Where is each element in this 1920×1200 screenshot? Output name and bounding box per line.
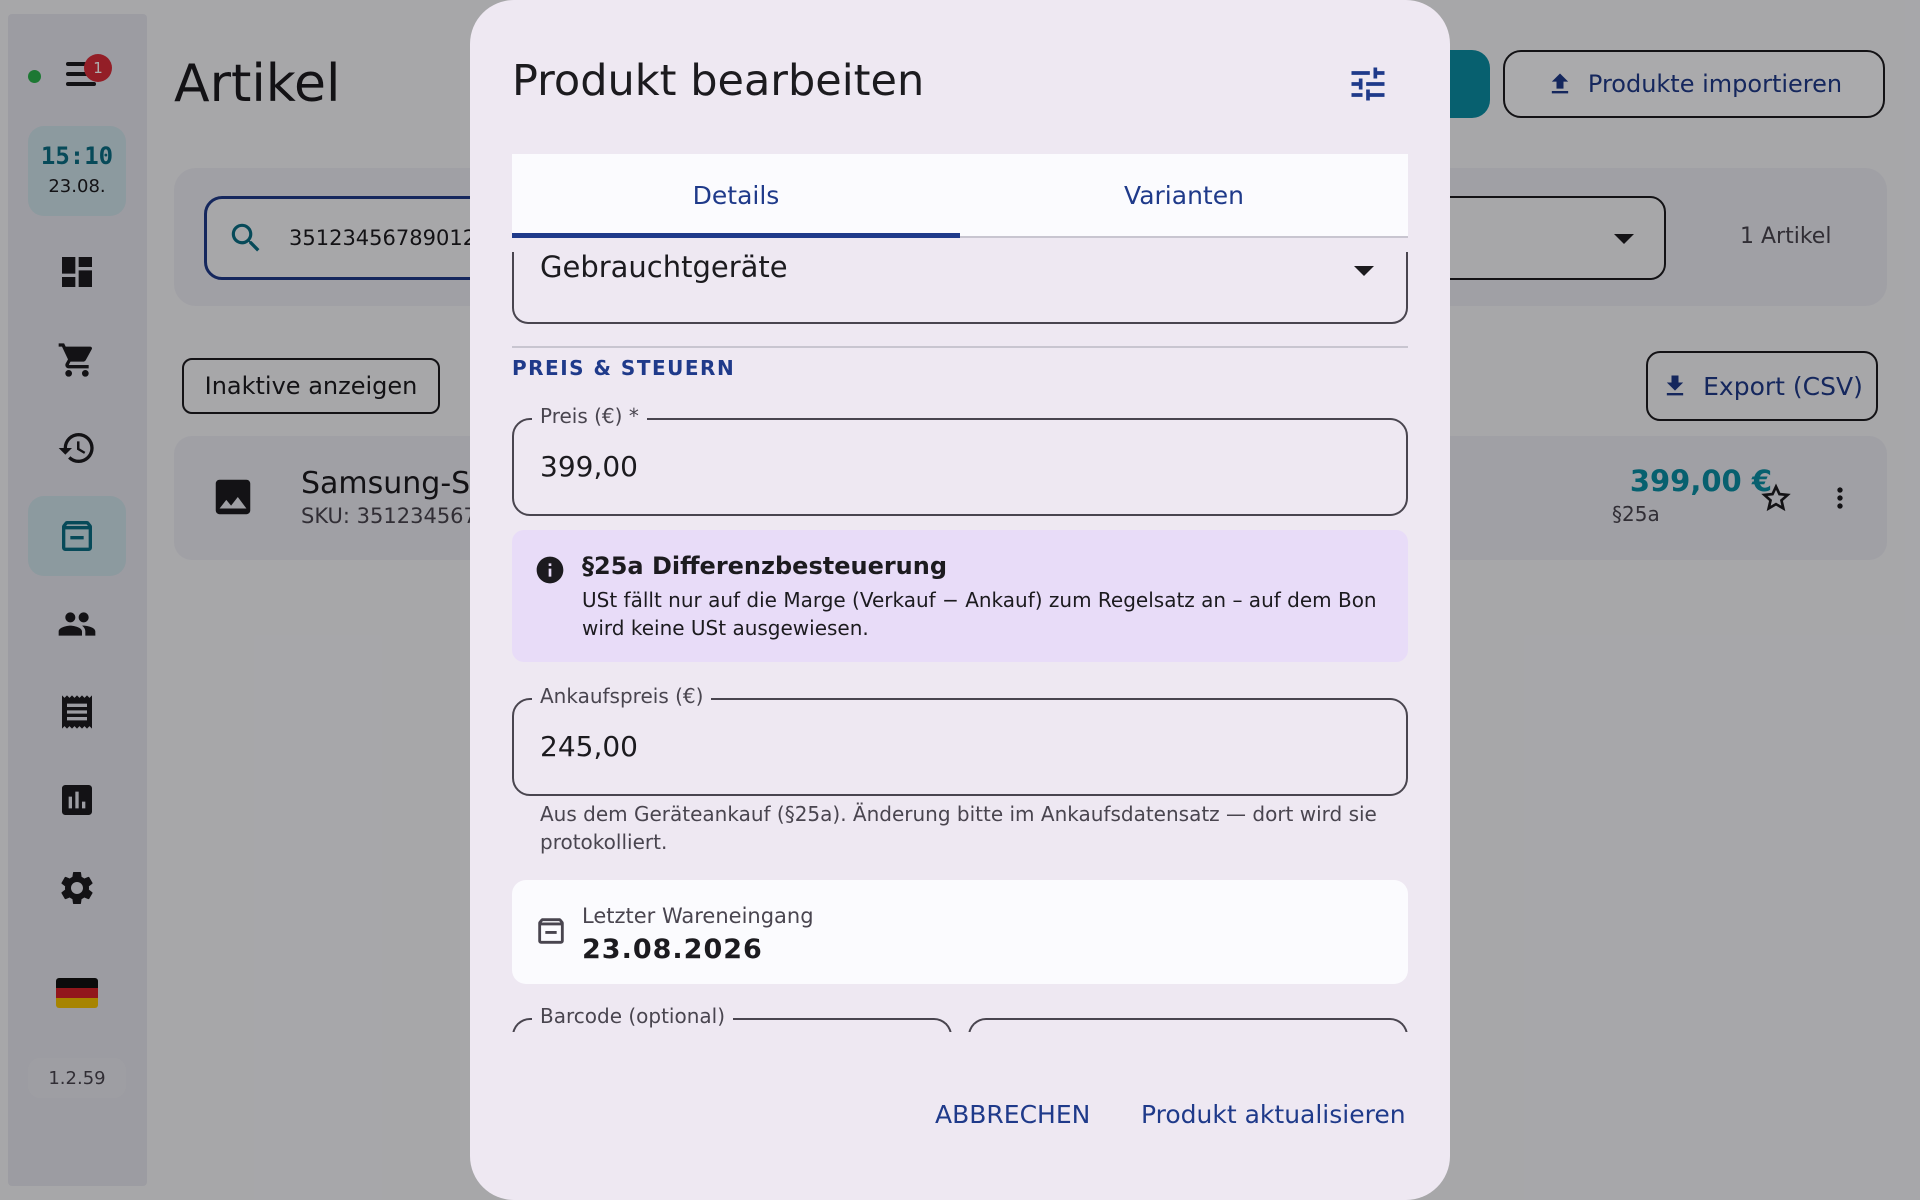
section-heading-price: PREIS & STEUERN bbox=[512, 356, 736, 380]
section-divider bbox=[512, 346, 1408, 348]
secondary-field[interactable] bbox=[968, 1018, 1408, 1032]
tax-info-body: USt fällt nur auf die Marge (Verkauf − A… bbox=[582, 588, 1377, 640]
dialog-tabs: Details Varianten bbox=[512, 154, 1408, 238]
purchase-price-hint: Aus dem Geräteankauf (§25a). Änderung bi… bbox=[540, 802, 1377, 854]
dialog-scroll-area[interactable]: Gebrauchtgeräte PREIS & STEUERN Preis (€… bbox=[512, 252, 1408, 1032]
purchase-price-field[interactable]: Ankaufspreis (€) 245,00 bbox=[512, 684, 1408, 796]
tune-icon[interactable] bbox=[1346, 62, 1390, 106]
last-receipt-date: 23.08.2026 bbox=[582, 934, 763, 965]
last-receipt-label: Letzter Wareneingang bbox=[582, 904, 814, 928]
price-label: Preis (€) * bbox=[532, 404, 647, 428]
tab-details[interactable]: Details bbox=[512, 154, 960, 238]
edit-product-dialog: Produkt bearbeiten Details Varianten Geb… bbox=[470, 0, 1450, 1200]
chevron-down-icon bbox=[1354, 266, 1374, 276]
tax-info-box: §25a Differenzbesteuerung USt fällt nur … bbox=[512, 530, 1408, 662]
tab-variants[interactable]: Varianten bbox=[960, 154, 1408, 236]
price-value: 399,00 bbox=[540, 450, 638, 483]
dialog-title: Produkt bearbeiten bbox=[512, 56, 925, 106]
barcode-field[interactable]: Barcode (optional) bbox=[512, 1004, 952, 1032]
purchase-price-label: Ankaufspreis (€) bbox=[532, 684, 712, 708]
tax-info-title: §25a Differenzbesteuerung bbox=[582, 552, 948, 580]
category-select[interactable]: Gebrauchtgeräte bbox=[512, 252, 1408, 324]
price-field[interactable]: Preis (€) * 399,00 bbox=[512, 404, 1408, 516]
last-receipt-card: Letzter Wareneingang 23.08.2026 bbox=[512, 880, 1408, 984]
cancel-button[interactable]: ABBRECHEN bbox=[935, 1100, 1090, 1129]
dialog-actions: ABBRECHEN Produkt aktualisieren bbox=[470, 1100, 1450, 1150]
purchase-price-value: 245,00 bbox=[540, 730, 638, 763]
update-product-button[interactable]: Produkt aktualisieren bbox=[1141, 1100, 1406, 1129]
archive-icon bbox=[538, 918, 564, 944]
category-value: Gebrauchtgeräte bbox=[540, 252, 788, 284]
barcode-label: Barcode (optional) bbox=[532, 1004, 734, 1028]
info-icon bbox=[536, 556, 564, 584]
